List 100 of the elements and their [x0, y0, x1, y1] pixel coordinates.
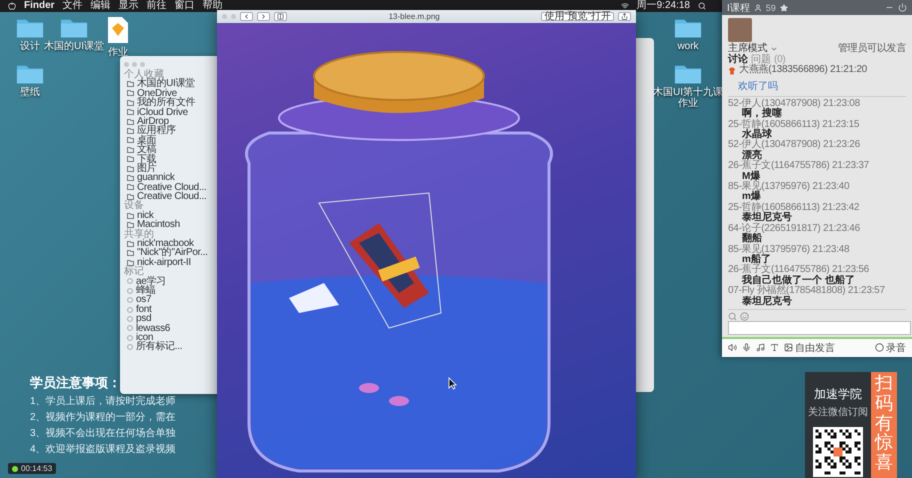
promo-title: 加速学院 [814, 386, 862, 403]
message-text: m船了 [742, 254, 771, 265]
sidebar-item[interactable]: "Nick"的"AirPor... [137, 248, 208, 258]
qr-code [813, 427, 863, 477]
microphone-icon[interactable] [742, 343, 751, 352]
star-icon[interactable] [780, 4, 788, 12]
sidebar-item[interactable]: 我的所有文件 [137, 98, 196, 108]
message-text: M爆 [742, 172, 760, 182]
permission-label: 管理员可以发言 [838, 44, 906, 54]
sidebar-item[interactable]: AirDrop [137, 116, 169, 126]
sidebar-item[interactable]: nick'macbook [137, 239, 194, 248]
chevron-right-icon [260, 13, 267, 20]
sidebar-item[interactable]: nick-airport-II [137, 258, 191, 268]
wifi-icon[interactable] [620, 2, 629, 10]
file-label[interactable]: 木国UI第十九课作业 [650, 87, 726, 110]
notes-line: 2、视频作为课程的一部分，需在 [30, 410, 176, 424]
cursor-icon [448, 377, 457, 390]
section-title: 共享的 [124, 230, 154, 240]
message-author: 大燕燕(1383566896) 21:21:20 [739, 65, 867, 76]
tag-circle-icon [127, 288, 133, 294]
panel-title: I课程 [727, 2, 750, 14]
sidebar-item[interactable]: 文稿 [137, 145, 156, 155]
sidebar-item[interactable]: 下载 [137, 154, 156, 164]
clock: 周一9:24:18 [636, 0, 690, 12]
message-text: 泰坦尼克号 [742, 213, 792, 224]
sidebar-item[interactable]: nick [137, 210, 154, 220]
sidebar-item[interactable]: 蜂蝠 [136, 286, 156, 296]
status-dot [12, 466, 18, 472]
sidebar-item[interactable]: 桌面 [137, 136, 156, 146]
file-label[interactable]: 木国的UI课堂 [44, 41, 104, 52]
music-note-icon[interactable] [756, 343, 765, 352]
message-author: 25-哲静(1605866113) 21:23:15 [728, 120, 860, 130]
sidebar-item[interactable]: lewass6 [136, 324, 170, 334]
sidebar-item[interactable]: 木国的UI课堂 [137, 79, 195, 89]
tag-circle-icon [127, 306, 133, 313]
message-author: 26-蕉子文(1164755786) 21:23:37 [728, 161, 870, 172]
member-count: 59 [766, 2, 776, 12]
message-author: 25-哲静(1605866113) 21:23:42 [728, 202, 860, 213]
columns-icon [277, 13, 284, 20]
image-icon [784, 343, 793, 352]
mode-label[interactable]: 主席模式 [728, 44, 767, 54]
file-label[interactable]: 作业 [108, 47, 128, 58]
share-button[interactable] [618, 12, 631, 21]
message-text: 泰坦尼克号 [741, 296, 793, 307]
message-text: m爆 [742, 192, 761, 202]
document-icon [107, 16, 129, 44]
sidebar-item[interactable]: font [136, 304, 152, 314]
sidebar-item[interactable]: Macintosh [137, 220, 180, 230]
section-title: 标记 [124, 267, 144, 277]
message-link[interactable]: 欢听了吗 [738, 80, 778, 92]
sidebar-item[interactable]: os7 [136, 295, 152, 305]
notes-line: 4、欢迎举报盗版课程及盗录视频 [30, 442, 176, 456]
sidebar-item[interactable]: Creative Cloud... [137, 192, 206, 202]
sidebar-item[interactable]: 图片 [137, 164, 156, 174]
record-button[interactable]: 录音 [875, 340, 906, 355]
menu-item[interactable]: 编辑 [90, 0, 111, 12]
tag-circle-icon [127, 334, 133, 341]
tab[interactable]: 讨论 [728, 54, 748, 66]
menu-item[interactable]: Finder [24, 0, 55, 12]
tag-circle-icon [127, 278, 133, 284]
share-icon [621, 13, 628, 20]
back-button[interactable] [240, 12, 253, 21]
message-text: 水晶球 [742, 130, 772, 140]
sidebar-item[interactable]: psd [136, 314, 152, 324]
tag-circle-icon [127, 297, 133, 304]
message-text: 啊，搜噻 [742, 109, 782, 120]
speaker-icon[interactable] [728, 343, 737, 352]
message-author: 52-伊人(1304787908) 21:23:08 [728, 98, 861, 109]
sidebar-button[interactable] [274, 12, 287, 21]
notes-line: 3、视频不会出现在任何场合单独 [30, 426, 176, 440]
promo-subtitle: 关注微信订阅 [808, 406, 868, 419]
smiley-icon[interactable] [740, 312, 749, 321]
notes-title: 学员注意事项： [30, 374, 122, 392]
file-label[interactable]: 设计 [20, 41, 40, 52]
sidebar-item[interactable]: Creative Cloud... [137, 182, 206, 192]
circle-icon [875, 343, 884, 352]
power-icon[interactable] [898, 3, 907, 12]
user-icon [754, 4, 762, 12]
sidebar-item[interactable]: guannick [137, 173, 175, 183]
open-button[interactable]: 使用“预览”打开 [541, 12, 614, 21]
apple-icon[interactable] [8, 2, 16, 10]
file-label[interactable]: 壁纸 [20, 87, 40, 98]
text-icon[interactable] [770, 343, 779, 352]
message-author: 07-Fly 孙福然(1785481808) 21:23:57 [728, 286, 886, 296]
chevron-left-icon [243, 13, 250, 20]
section-title: 个人收藏 [124, 70, 164, 80]
menu-item[interactable]: 帮助 [202, 0, 223, 12]
menu-item[interactable]: 显示 [118, 0, 139, 12]
free-talk-button[interactable]: 自由发言 [784, 340, 835, 355]
file-label[interactable]: work [677, 41, 699, 52]
window-title: 13-blee.m.png [388, 12, 441, 21]
sidebar-item[interactable]: 应用程序 [137, 126, 176, 136]
notes-line: 1、学员上课后，请按时完成老师 [30, 394, 176, 408]
forward-button[interactable] [257, 12, 270, 21]
question-count: (0) [774, 54, 786, 65]
sidebar-item[interactable]: iCloud Drive [137, 108, 188, 117]
section-title: 设备 [124, 201, 144, 211]
sidebar-item[interactable]: 所有标记... [136, 342, 182, 352]
message-input[interactable] [728, 320, 911, 335]
menu-item[interactable]: 前往 [146, 0, 167, 12]
